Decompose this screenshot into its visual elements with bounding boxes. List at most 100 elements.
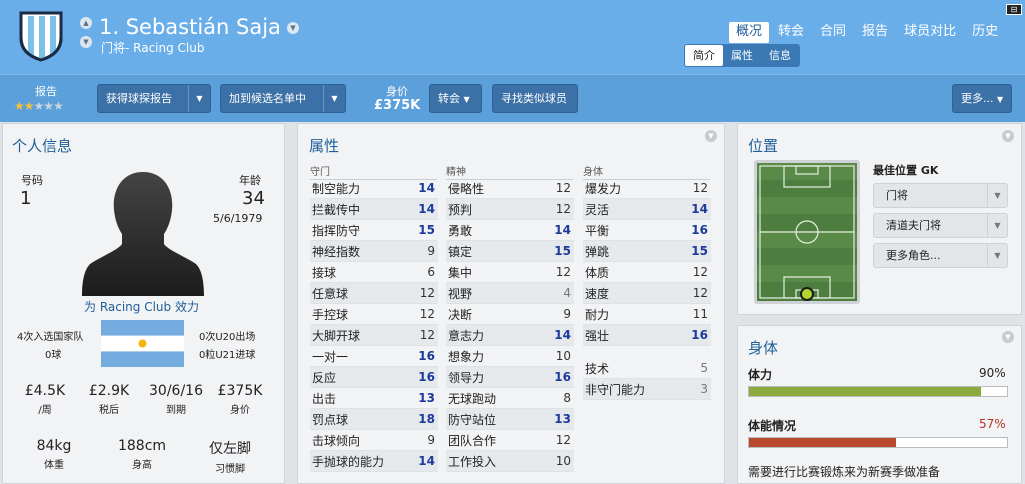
attribute-name: 接球 (312, 265, 337, 280)
report-label: 报告 (35, 85, 57, 98)
subtab-profile[interactable]: 简介 (685, 45, 723, 66)
foot-value: 仅左脚 (209, 441, 251, 457)
attribute-row[interactable]: 无球跑动 8 (446, 388, 574, 409)
attribute-name: 技术 (585, 361, 610, 376)
attribute-row[interactable]: 体质 12 (583, 262, 711, 283)
attribute-row[interactable]: 神经指数 9 (310, 241, 438, 262)
best-position: 最佳位置 GK (873, 164, 939, 177)
attribute-row[interactable]: 接球 6 (310, 262, 438, 283)
attribute-row[interactable]: 意志力 14 (446, 325, 574, 346)
star-icon: ★ (43, 99, 54, 113)
tab-compare[interactable]: 球员对比 (897, 22, 963, 43)
transfer-button[interactable]: 转会 ▼ (429, 84, 482, 113)
attribute-name: 大脚开球 (312, 328, 361, 343)
attribute-row[interactable]: 勇敢 14 (446, 220, 574, 241)
attribute-row[interactable]: 弹跳 15 (583, 241, 711, 262)
collapse-chevron-icon[interactable]: ▼ (705, 130, 717, 142)
tab-reports[interactable]: 报告 (855, 22, 895, 43)
attribute-value: 9 (427, 433, 435, 447)
foot-label: 习惯脚 (215, 464, 245, 475)
attribute-value: 15 (691, 244, 708, 258)
attribute-name: 体质 (585, 265, 610, 280)
role-dropdown-sweeper-keeper[interactable]: 清道夫门将 ▼ (873, 213, 1008, 238)
attribute-row[interactable]: 制空能力 14 (310, 178, 438, 199)
more-button[interactable]: 更多... ▼ (952, 84, 1012, 113)
value-amount: £375K (374, 98, 421, 113)
collapse-chevron-icon[interactable]: ▼ (1002, 130, 1014, 142)
expiry-value: 30/6/16 (149, 383, 203, 399)
attribute-row[interactable]: 任意球 12 (310, 283, 438, 304)
chevron-down-icon: ▼ (987, 244, 1007, 267)
attribute-row[interactable]: 拦截传中 14 (310, 199, 438, 220)
attribute-name: 勇敢 (448, 223, 473, 238)
attribute-row[interactable]: 视野 4 (446, 283, 574, 304)
national-goals: 0球 (45, 350, 62, 361)
attribute-row[interactable]: 平衡 16 (583, 220, 711, 241)
attribute-row[interactable]: 工作投入 10 (446, 451, 574, 472)
fact-net-wage: £2.9K 税后 (86, 383, 132, 416)
attribute-row[interactable]: 集中 12 (446, 262, 574, 283)
attribute-name: 视野 (448, 286, 473, 301)
attribute-row[interactable]: 想象力 10 (446, 346, 574, 367)
next-player-icon[interactable]: ▼ (80, 36, 92, 48)
attribute-value: 12 (692, 181, 708, 195)
wage-label: /周 (38, 405, 52, 416)
attribute-row[interactable]: 出击 13 (310, 388, 438, 409)
tab-overview[interactable]: 概况 (729, 22, 770, 43)
chevron-down-icon: ▼ (997, 95, 1004, 104)
attribute-row[interactable]: 反应 16 (310, 367, 438, 388)
attribute-row[interactable]: 防守站位 13 (446, 409, 574, 430)
attribute-row[interactable]: 指挥防守 15 (310, 220, 438, 241)
player-subtitle[interactable]: 门将- Racing Club (101, 39, 204, 56)
attribute-row[interactable]: 手抛球的能力 14 (310, 451, 438, 472)
star-icon: ★ (53, 99, 64, 113)
subtab-attributes[interactable]: 属性 (723, 45, 761, 66)
u20-caps: 0次U20出场 (199, 332, 256, 343)
tab-contract[interactable]: 合同 (813, 22, 853, 43)
attribute-row[interactable]: 强壮 16 (583, 325, 711, 346)
subtab-info[interactable]: 信息 (761, 45, 799, 66)
attribute-row[interactable]: 团队合作 12 (446, 430, 574, 451)
attribute-row[interactable]: 镇定 15 (446, 241, 574, 262)
chevron-down-icon[interactable]: ▼ (323, 85, 345, 112)
attribute-row[interactable]: 手控球 12 (310, 304, 438, 325)
find-similar-button[interactable]: 寻找类似球员 (492, 84, 578, 113)
role-dropdown-more[interactable]: 更多角色... ▼ (873, 243, 1008, 268)
attribute-row[interactable]: 击球倾向 9 (310, 430, 438, 451)
attribute-row[interactable]: 领导力 16 (446, 367, 574, 388)
tab-history[interactable]: 历史 (965, 22, 1005, 43)
prev-player-icon[interactable]: ▲ (80, 17, 92, 29)
club-line[interactable]: 为 Racing Club 效力 (84, 298, 199, 315)
weight-label: 体重 (44, 460, 64, 471)
tab-transfer[interactable]: 转会 (771, 22, 811, 43)
attribute-row[interactable]: 大脚开球 12 (310, 325, 438, 346)
attribute-row[interactable]: 非守门能力 3 (583, 379, 711, 400)
add-to-shortlist-button[interactable]: 加到候选名单中 ▼ (220, 84, 346, 113)
attribute-value: 14 (691, 202, 708, 216)
attribute-row[interactable]: 预判 12 (446, 199, 574, 220)
get-scout-report-button[interactable]: 获得球探报告 ▼ (97, 84, 211, 113)
player-nav-arrows: ▲ ▼ (80, 17, 92, 55)
attribute-row[interactable]: 罚点球 18 (310, 409, 438, 430)
attribute-value: 9 (563, 307, 571, 321)
attribute-row[interactable]: 耐力 11 (583, 304, 711, 325)
height-label: 身高 (132, 460, 152, 471)
attribute-row[interactable]: 速度 12 (583, 283, 711, 304)
attribute-row[interactable]: 侵略性 12 (446, 178, 574, 199)
attribute-row[interactable]: 决断 9 (446, 304, 574, 325)
attribute-row[interactable]: 技术 5 (583, 358, 711, 379)
chevron-down-icon[interactable]: ▼ (188, 85, 210, 112)
window-toggle-icon[interactable]: ⊟ (1006, 4, 1022, 15)
role-dropdown-goalkeeper[interactable]: 门将 ▼ (873, 183, 1008, 208)
attribute-row[interactable]: 爆发力 12 (583, 178, 711, 199)
attribute-name: 平衡 (585, 223, 610, 238)
attribute-row[interactable]: 一对一 16 (310, 346, 438, 367)
attribute-row[interactable]: 灵活 14 (583, 199, 711, 220)
attribute-value: 14 (418, 181, 435, 195)
fact-value: £375K 身价 (214, 383, 266, 416)
date-of-birth: 5/6/1979 (213, 212, 263, 225)
collapse-chevron-icon[interactable]: ▼ (1002, 331, 1014, 343)
attribute-value: 14 (418, 454, 435, 468)
attribute-value: 16 (418, 370, 435, 384)
player-menu-chevron-icon[interactable]: ▼ (286, 22, 299, 34)
